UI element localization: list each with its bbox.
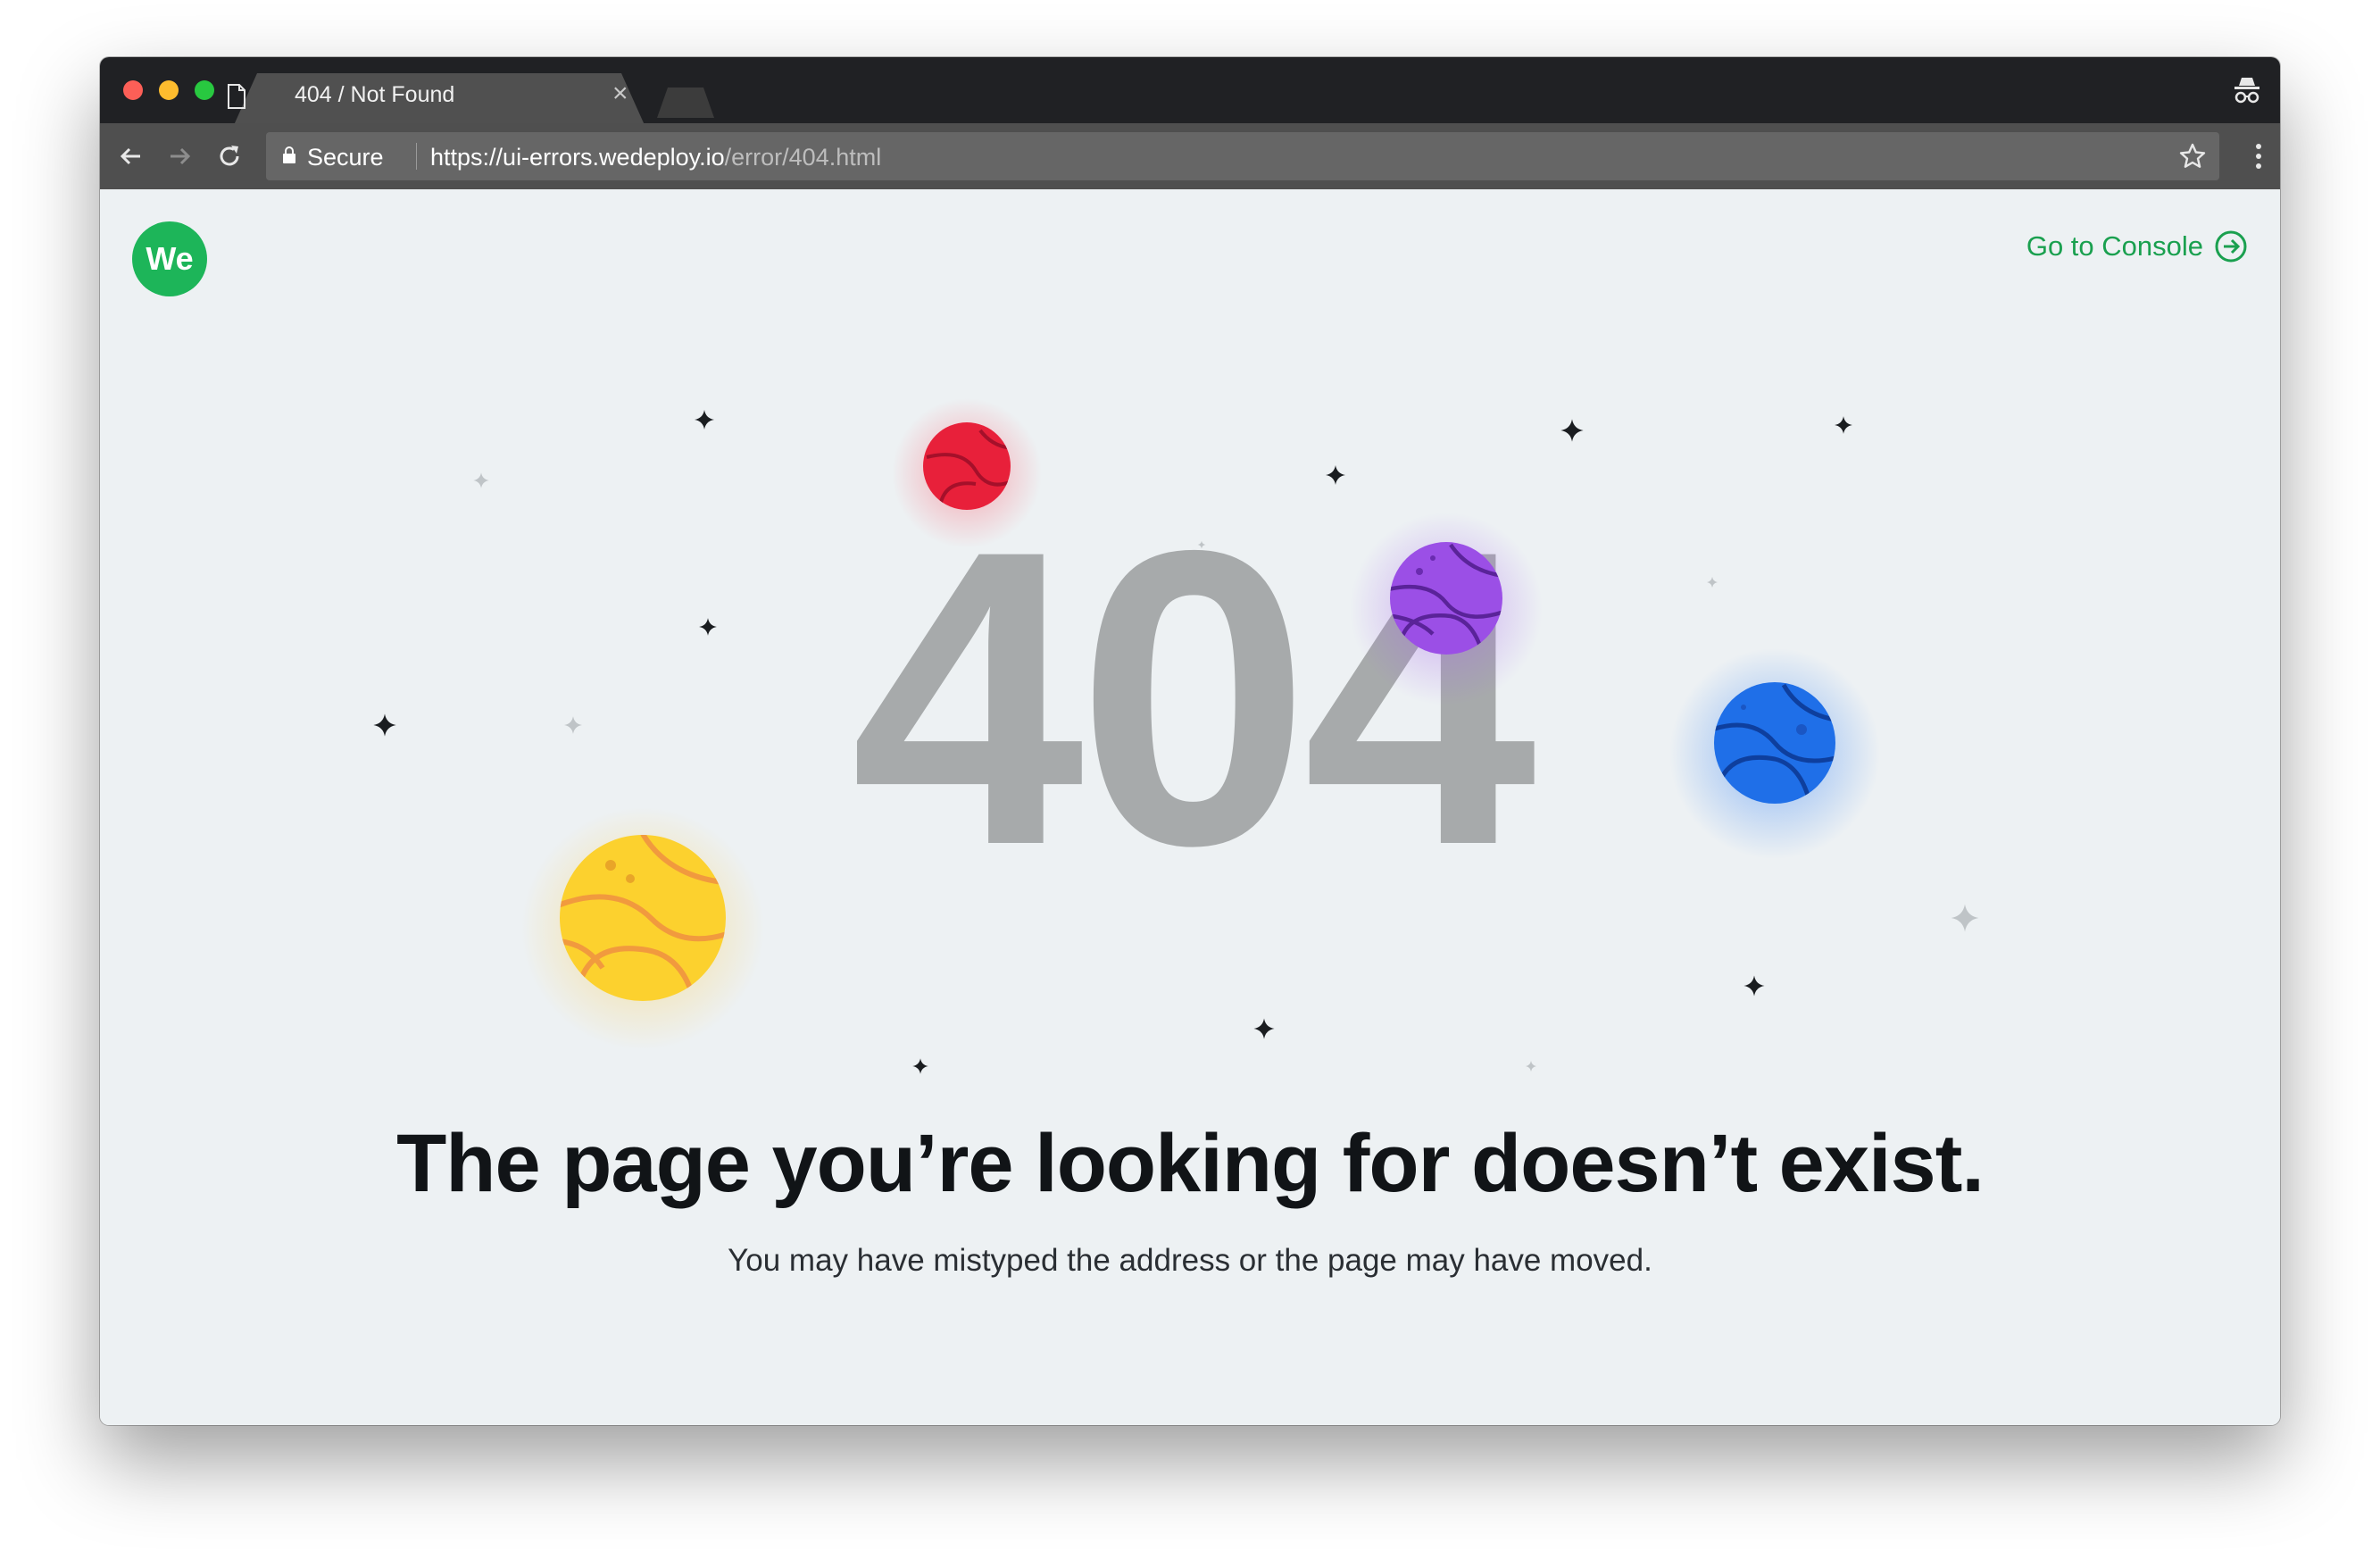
star-icon[interactable] [2178, 142, 2207, 171]
security-label: Secure [307, 144, 384, 171]
red-planet [892, 398, 1042, 546]
forward-arrow-icon[interactable] [166, 143, 193, 170]
star-icon [1326, 465, 1345, 485]
tab-title: 404 / Not Found [295, 82, 455, 107]
minimize-window-button[interactable] [159, 80, 179, 100]
page-headline: The page you’re looking for doesn’t exis… [396, 1118, 1985, 1209]
address-bar[interactable]: Secure https://ui-errors.wedeploy.io/err… [266, 132, 2219, 180]
star-icon [373, 713, 396, 737]
incognito-icon [2234, 78, 2259, 104]
star-icon [1743, 975, 1765, 997]
star-icon [699, 618, 717, 636]
purple-planet [1350, 513, 1543, 705]
browser-window: 404 / Not Found × Secure https://ui-erro… [100, 57, 2280, 1425]
blue-planet [1669, 648, 1880, 859]
star-icon [1253, 1018, 1275, 1039]
star-icon [695, 410, 714, 430]
tab-close-button[interactable]: × [612, 80, 628, 107]
star-icon [473, 472, 489, 488]
yellow-planet [521, 807, 764, 1048]
star-icon [1560, 419, 1584, 442]
star-icon [912, 1058, 928, 1074]
page-content: We Go to Console 404 The page you’re loo… [100, 189, 2280, 1425]
vertical-dots-icon[interactable] [2255, 143, 2262, 170]
new-tab-button[interactable] [657, 88, 714, 118]
url-scheme: https:// [430, 144, 503, 171]
maximize-window-button[interactable] [195, 80, 214, 100]
star-icon [1951, 904, 1979, 932]
close-window-button[interactable] [123, 80, 143, 100]
star-icon [564, 716, 582, 734]
lock-icon [283, 146, 295, 163]
page-subtext: You may have mistyped the address or the… [728, 1243, 1652, 1278]
star-icon [1835, 416, 1852, 434]
star-icon [1525, 1060, 1537, 1072]
url-path: /error/404.html [724, 144, 882, 171]
starfield [373, 410, 1979, 1074]
browser-toolbar: Secure https://ui-errors.wedeploy.io/err… [100, 123, 2280, 189]
url-host: ui-errors.wedeploy.io [503, 144, 725, 171]
browser-titlebar: 404 / Not Found × [100, 57, 2280, 125]
address-divider [416, 143, 417, 170]
reload-icon[interactable] [216, 143, 243, 170]
back-arrow-icon[interactable] [118, 143, 145, 170]
star-icon [1197, 540, 1206, 549]
url-text[interactable]: https://ui-errors.wedeploy.io/error/404.… [430, 144, 881, 171]
document-icon [228, 84, 245, 109]
star-icon [1706, 576, 1718, 588]
